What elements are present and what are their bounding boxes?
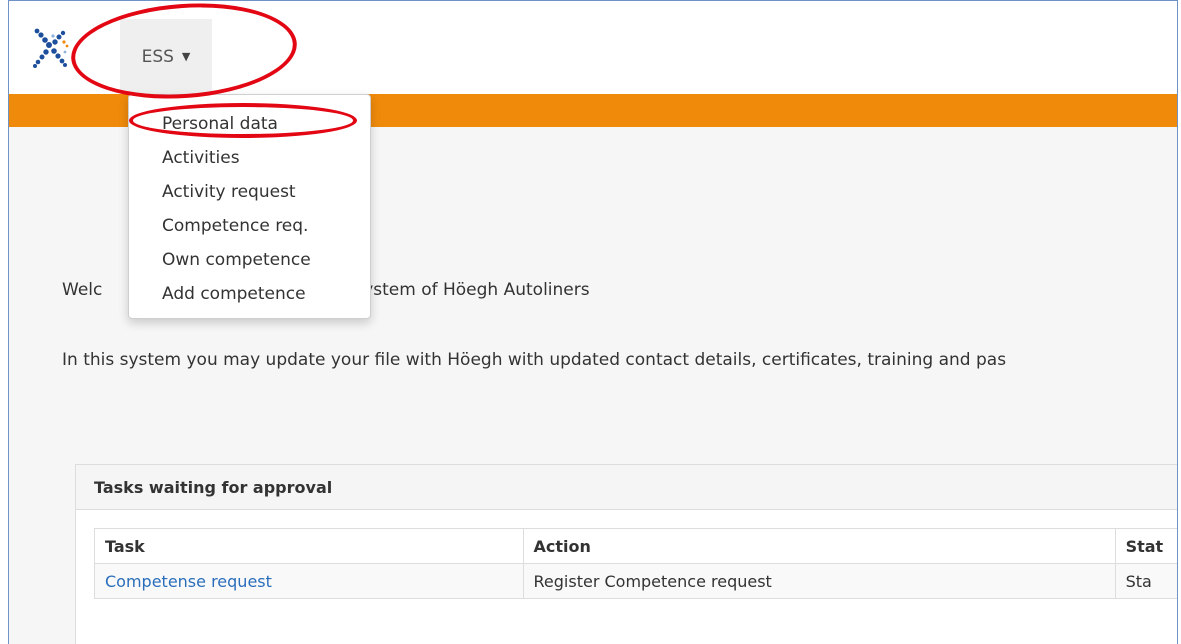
status-cell: Sta xyxy=(1114,563,1177,599)
menu-item-personal-data[interactable]: Personal data xyxy=(129,107,370,141)
tasks-table: Task Action Stat Competense request Regi… xyxy=(94,528,1177,599)
ess-dropdown-menu: Personal data Activities Activity reques… xyxy=(128,94,371,319)
menu-item-competence-req[interactable]: Competence req. xyxy=(129,209,370,243)
column-header-status: Stat xyxy=(1114,528,1177,564)
hoegh-logo-icon[interactable] xyxy=(31,25,71,73)
top-navbar: ESS ▼ xyxy=(9,1,1177,94)
task-link[interactable]: Competense request xyxy=(94,563,524,599)
tasks-panel: Tasks waiting for approval Task Action S… xyxy=(75,464,1177,644)
action-cell: Register Competence request xyxy=(522,563,1116,599)
menu-item-own-competence[interactable]: Own competence xyxy=(129,243,370,277)
app-window: appearing ESS ▼ Welcsystem of Höegh A xyxy=(8,0,1178,644)
column-header-task: Task xyxy=(94,528,524,564)
nav-ess-label: ESS xyxy=(141,46,174,67)
menu-item-activities[interactable]: Activities xyxy=(129,141,370,175)
table-header-row: Task Action Stat xyxy=(94,528,1177,564)
menu-item-add-competence[interactable]: Add competence xyxy=(129,277,370,311)
menu-item-activity-request[interactable]: Activity request xyxy=(129,175,370,209)
tasks-panel-title: Tasks waiting for approval xyxy=(76,465,1177,510)
column-header-action: Action xyxy=(522,528,1116,564)
nav-ess-menu[interactable]: ESS ▼ xyxy=(120,19,212,94)
table-row: Competense request Register Competence r… xyxy=(94,563,1177,599)
intro-text: In this system you may update your file … xyxy=(62,350,1007,370)
caret-down-icon: ▼ xyxy=(181,50,191,63)
